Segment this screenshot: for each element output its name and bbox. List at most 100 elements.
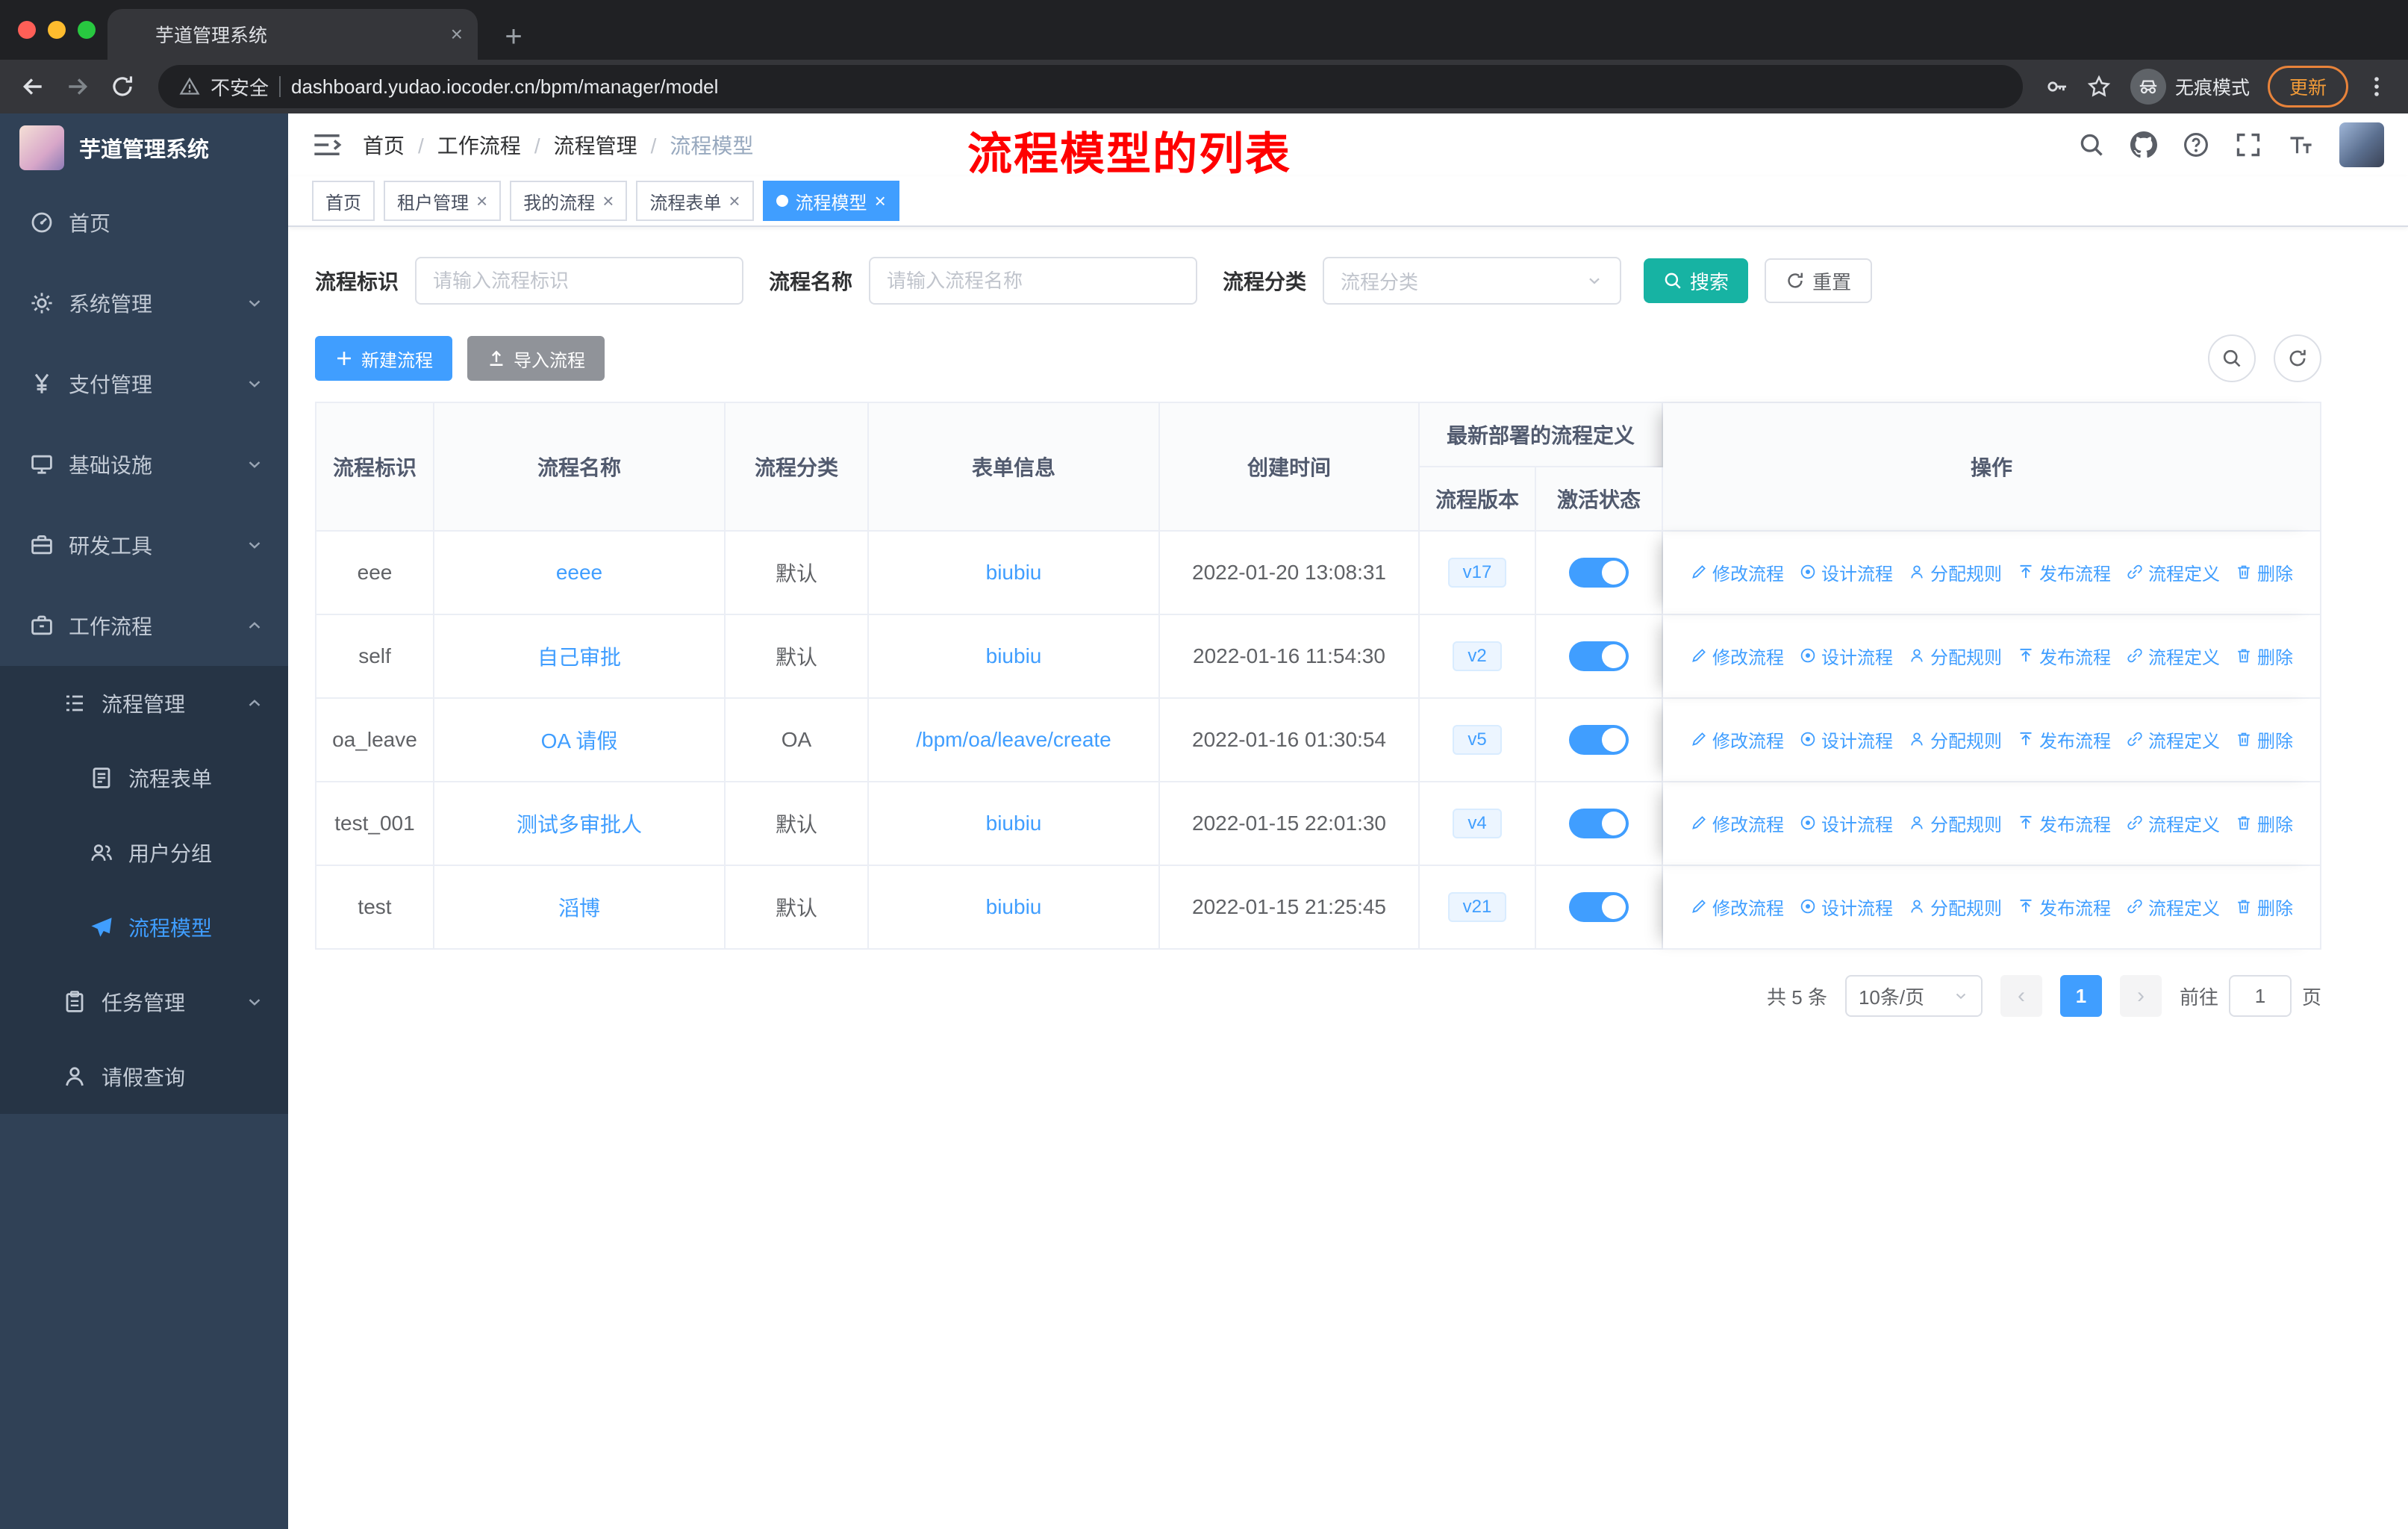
address-bar[interactable]: 不安全 dashboard.yudao.iocoder.cn/bpm/manag… xyxy=(158,65,2023,108)
sidebar-item-系统管理[interactable]: 系统管理 xyxy=(0,263,288,343)
browser-menu-button[interactable] xyxy=(2357,67,2396,106)
process-name-link[interactable]: OA 请假 xyxy=(541,729,618,753)
prev-page-button[interactable]: ‹ xyxy=(2000,975,2042,1017)
form-info-link[interactable]: biubiu xyxy=(986,644,1042,667)
next-page-button[interactable]: › xyxy=(2119,975,2162,1017)
page-number-button[interactable]: 1 xyxy=(2059,975,2102,1017)
modify-process-link[interactable]: 修改流程 xyxy=(1690,643,1784,669)
view-tab-流程模型[interactable]: 流程模型 × xyxy=(762,181,899,221)
form-info-link[interactable]: biubiu xyxy=(986,812,1042,835)
process-name-link[interactable]: 滔博 xyxy=(558,897,600,920)
deploy-process-link[interactable]: 发布流程 xyxy=(2017,559,2111,585)
create-process-button[interactable]: 新建流程 xyxy=(315,336,452,381)
window-zoom-button[interactable] xyxy=(78,21,96,39)
sidebar-logo[interactable]: 芋道管理系统 xyxy=(0,113,288,182)
sidebar-item-流程表单[interactable]: 流程表单 xyxy=(0,741,288,815)
assign-rule-link[interactable]: 分配规则 xyxy=(1908,643,2002,669)
form-info-link[interactable]: biubiu xyxy=(986,561,1042,584)
design-process-link[interactable]: 设计流程 xyxy=(1799,810,1893,836)
deploy-process-link[interactable]: 发布流程 xyxy=(2017,894,2111,920)
modify-process-link[interactable]: 修改流程 xyxy=(1690,894,1784,920)
sidebar-toggle-icon[interactable] xyxy=(312,131,342,158)
active-toggle[interactable] xyxy=(1569,725,1629,755)
close-tab-icon[interactable]: × xyxy=(875,190,886,213)
version-tag[interactable]: v4 xyxy=(1453,809,1502,838)
active-toggle[interactable] xyxy=(1569,809,1629,838)
close-tab-icon[interactable]: × xyxy=(476,190,487,213)
deploy-process-link[interactable]: 发布流程 xyxy=(2017,643,2111,669)
design-process-link[interactable]: 设计流程 xyxy=(1799,894,1893,920)
breadcrumb-item[interactable]: 首页 xyxy=(363,130,424,160)
form-info-link[interactable]: biubiu xyxy=(986,895,1042,918)
font-size-icon[interactable] xyxy=(2287,131,2314,158)
search-icon[interactable] xyxy=(2078,131,2105,158)
delete-process-link[interactable]: 删除 xyxy=(2235,643,2293,669)
refresh-table-button[interactable] xyxy=(2274,334,2321,382)
process-definition-link[interactable]: 流程定义 xyxy=(2126,559,2220,585)
fullscreen-icon[interactable] xyxy=(2235,131,2262,158)
process-name-link[interactable]: 自己审批 xyxy=(537,646,621,669)
import-process-button[interactable]: 导入流程 xyxy=(467,336,605,381)
password-key-button[interactable] xyxy=(2038,67,2077,106)
sidebar-item-工作流程[interactable]: 工作流程 xyxy=(0,585,288,666)
design-process-link[interactable]: 设计流程 xyxy=(1799,643,1893,669)
back-button[interactable] xyxy=(12,66,54,108)
deploy-process-link[interactable]: 发布流程 xyxy=(2017,810,2111,836)
process-name-link[interactable]: 测试多审批人 xyxy=(517,813,642,836)
reset-button[interactable]: 重置 xyxy=(1765,258,1873,303)
modify-process-link[interactable]: 修改流程 xyxy=(1690,559,1784,585)
sidebar-item-流程管理[interactable]: 流程管理 xyxy=(0,666,288,741)
active-toggle[interactable] xyxy=(1569,558,1629,588)
close-tab-icon[interactable]: × xyxy=(602,190,614,213)
sidebar-item-任务管理[interactable]: 任务管理 xyxy=(0,965,288,1039)
new-tab-button[interactable]: + xyxy=(496,20,531,54)
version-tag[interactable]: v2 xyxy=(1453,641,1502,671)
modify-process-link[interactable]: 修改流程 xyxy=(1690,810,1784,836)
process-definition-link[interactable]: 流程定义 xyxy=(2126,643,2220,669)
goto-page-input[interactable] xyxy=(2228,975,2292,1017)
process-definition-link[interactable]: 流程定义 xyxy=(2126,894,2220,920)
process-definition-link[interactable]: 流程定义 xyxy=(2126,810,2220,836)
form-info-link[interactable]: /bpm/oa/leave/create xyxy=(916,728,1111,751)
close-tab-icon[interactable]: × xyxy=(729,190,740,213)
sidebar-item-请假查询[interactable]: 请假查询 xyxy=(0,1039,288,1114)
design-process-link[interactable]: 设计流程 xyxy=(1799,559,1893,585)
window-close-button[interactable] xyxy=(18,21,36,39)
view-tab-我的流程[interactable]: 我的流程 × xyxy=(510,181,628,221)
delete-process-link[interactable]: 删除 xyxy=(2235,894,2293,920)
delete-process-link[interactable]: 删除 xyxy=(2235,726,2293,753)
reload-button[interactable] xyxy=(102,66,143,108)
sidebar-item-首页[interactable]: 首页 xyxy=(0,182,288,263)
breadcrumb-item[interactable]: 工作流程 xyxy=(437,130,540,160)
view-tab-租户管理[interactable]: 租户管理 × xyxy=(384,181,502,221)
bookmark-button[interactable] xyxy=(2080,67,2118,106)
security-label[interactable]: 不安全 xyxy=(210,73,269,101)
sidebar-item-研发工具[interactable]: 研发工具 xyxy=(0,505,288,585)
sidebar-item-基础设施[interactable]: 基础设施 xyxy=(0,424,288,505)
breadcrumb-item[interactable]: 流程管理 xyxy=(554,130,657,160)
sidebar-item-支付管理[interactable]: 支付管理 xyxy=(0,343,288,424)
tab-close-icon[interactable]: × xyxy=(451,22,463,46)
window-minimize-button[interactable] xyxy=(48,21,66,39)
github-icon[interactable] xyxy=(2130,131,2157,158)
view-tab-首页[interactable]: 首页 xyxy=(312,181,375,221)
forward-button[interactable] xyxy=(57,66,99,108)
search-button[interactable]: 搜索 xyxy=(1644,258,1749,303)
design-process-link[interactable]: 设计流程 xyxy=(1799,726,1893,753)
assign-rule-link[interactable]: 分配规则 xyxy=(1908,559,2002,585)
page-size-select[interactable]: 10条/页 xyxy=(1844,975,1983,1017)
version-tag[interactable]: v17 xyxy=(1447,558,1507,588)
delete-process-link[interactable]: 删除 xyxy=(2235,810,2293,836)
category-select[interactable]: 流程分类 xyxy=(1323,257,1622,305)
sidebar-item-流程模型[interactable]: 流程模型 xyxy=(0,890,288,965)
assign-rule-link[interactable]: 分配规则 xyxy=(1908,726,2002,753)
version-tag[interactable]: v5 xyxy=(1453,725,1502,755)
view-tab-流程表单[interactable]: 流程表单 × xyxy=(636,181,754,221)
url-text[interactable]: dashboard.yudao.iocoder.cn/bpm/manager/m… xyxy=(291,75,718,99)
assign-rule-link[interactable]: 分配规则 xyxy=(1908,810,2002,836)
process-definition-link[interactable]: 流程定义 xyxy=(2126,726,2220,753)
active-toggle[interactable] xyxy=(1569,641,1629,671)
active-toggle[interactable] xyxy=(1569,892,1629,922)
delete-process-link[interactable]: 删除 xyxy=(2235,559,2293,585)
browser-update-button[interactable]: 更新 xyxy=(2267,66,2348,108)
